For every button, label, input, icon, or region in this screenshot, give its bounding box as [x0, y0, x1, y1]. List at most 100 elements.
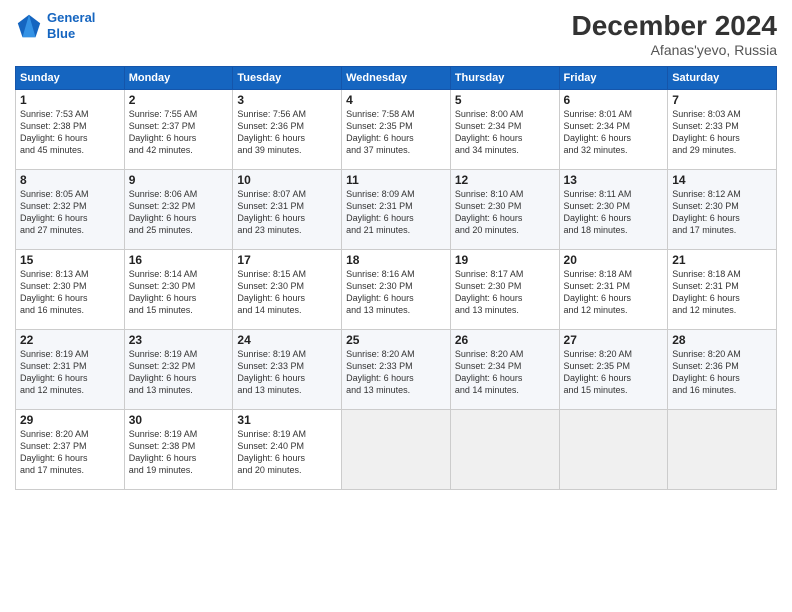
day-detail: Sunrise: 8:07 AM Sunset: 2:31 PM Dayligh… — [237, 188, 337, 237]
day-detail: Sunrise: 8:18 AM Sunset: 2:31 PM Dayligh… — [672, 268, 772, 317]
calendar-week-2: 8Sunrise: 8:05 AM Sunset: 2:32 PM Daylig… — [16, 170, 777, 250]
month-title: December 2024 — [572, 10, 777, 42]
calendar-cell: 9Sunrise: 8:06 AM Sunset: 2:32 PM Daylig… — [124, 170, 233, 250]
calendar-week-3: 15Sunrise: 8:13 AM Sunset: 2:30 PM Dayli… — [16, 250, 777, 330]
day-number: 18 — [346, 253, 446, 267]
day-detail: Sunrise: 8:14 AM Sunset: 2:30 PM Dayligh… — [129, 268, 229, 317]
day-number: 8 — [20, 173, 120, 187]
day-detail: Sunrise: 8:19 AM Sunset: 2:40 PM Dayligh… — [237, 428, 337, 477]
day-detail: Sunrise: 8:20 AM Sunset: 2:36 PM Dayligh… — [672, 348, 772, 397]
day-number: 9 — [129, 173, 229, 187]
page-container: General Blue December 2024 Afanas'yevo, … — [0, 0, 792, 495]
day-number: 30 — [129, 413, 229, 427]
day-detail: Sunrise: 8:13 AM Sunset: 2:30 PM Dayligh… — [20, 268, 120, 317]
header-saturday: Saturday — [668, 67, 777, 90]
logo-icon — [15, 12, 43, 40]
calendar-table: Sunday Monday Tuesday Wednesday Thursday… — [15, 66, 777, 490]
day-detail: Sunrise: 7:55 AM Sunset: 2:37 PM Dayligh… — [129, 108, 229, 157]
calendar-cell: 8Sunrise: 8:05 AM Sunset: 2:32 PM Daylig… — [16, 170, 125, 250]
calendar-week-4: 22Sunrise: 8:19 AM Sunset: 2:31 PM Dayli… — [16, 330, 777, 410]
calendar-cell: 13Sunrise: 8:11 AM Sunset: 2:30 PM Dayli… — [559, 170, 668, 250]
logo-text: General Blue — [47, 10, 95, 41]
day-number: 17 — [237, 253, 337, 267]
day-detail: Sunrise: 8:17 AM Sunset: 2:30 PM Dayligh… — [455, 268, 555, 317]
calendar-cell: 31Sunrise: 8:19 AM Sunset: 2:40 PM Dayli… — [233, 410, 342, 490]
day-detail: Sunrise: 8:00 AM Sunset: 2:34 PM Dayligh… — [455, 108, 555, 157]
calendar-cell: 25Sunrise: 8:20 AM Sunset: 2:33 PM Dayli… — [342, 330, 451, 410]
header: General Blue December 2024 Afanas'yevo, … — [15, 10, 777, 58]
day-number: 10 — [237, 173, 337, 187]
logo: General Blue — [15, 10, 95, 41]
day-detail: Sunrise: 7:53 AM Sunset: 2:38 PM Dayligh… — [20, 108, 120, 157]
day-detail: Sunrise: 8:19 AM Sunset: 2:31 PM Dayligh… — [20, 348, 120, 397]
calendar-cell: 15Sunrise: 8:13 AM Sunset: 2:30 PM Dayli… — [16, 250, 125, 330]
day-number: 4 — [346, 93, 446, 107]
day-detail: Sunrise: 7:58 AM Sunset: 2:35 PM Dayligh… — [346, 108, 446, 157]
calendar-cell: 24Sunrise: 8:19 AM Sunset: 2:33 PM Dayli… — [233, 330, 342, 410]
day-number: 6 — [564, 93, 664, 107]
calendar-cell: 23Sunrise: 8:19 AM Sunset: 2:32 PM Dayli… — [124, 330, 233, 410]
calendar-cell: 16Sunrise: 8:14 AM Sunset: 2:30 PM Dayli… — [124, 250, 233, 330]
day-detail: Sunrise: 8:19 AM Sunset: 2:33 PM Dayligh… — [237, 348, 337, 397]
day-number: 28 — [672, 333, 772, 347]
day-number: 16 — [129, 253, 229, 267]
day-detail: Sunrise: 8:01 AM Sunset: 2:34 PM Dayligh… — [564, 108, 664, 157]
calendar-cell: 21Sunrise: 8:18 AM Sunset: 2:31 PM Dayli… — [668, 250, 777, 330]
calendar-week-5: 29Sunrise: 8:20 AM Sunset: 2:37 PM Dayli… — [16, 410, 777, 490]
day-detail: Sunrise: 8:20 AM Sunset: 2:35 PM Dayligh… — [564, 348, 664, 397]
day-number: 21 — [672, 253, 772, 267]
calendar-body: 1Sunrise: 7:53 AM Sunset: 2:38 PM Daylig… — [16, 90, 777, 490]
calendar-cell: 6Sunrise: 8:01 AM Sunset: 2:34 PM Daylig… — [559, 90, 668, 170]
day-detail: Sunrise: 8:19 AM Sunset: 2:38 PM Dayligh… — [129, 428, 229, 477]
day-number: 22 — [20, 333, 120, 347]
day-detail: Sunrise: 8:19 AM Sunset: 2:32 PM Dayligh… — [129, 348, 229, 397]
day-detail: Sunrise: 8:20 AM Sunset: 2:34 PM Dayligh… — [455, 348, 555, 397]
day-number: 29 — [20, 413, 120, 427]
calendar-cell: 20Sunrise: 8:18 AM Sunset: 2:31 PM Dayli… — [559, 250, 668, 330]
calendar-cell: 27Sunrise: 8:20 AM Sunset: 2:35 PM Dayli… — [559, 330, 668, 410]
day-number: 12 — [455, 173, 555, 187]
day-detail: Sunrise: 8:16 AM Sunset: 2:30 PM Dayligh… — [346, 268, 446, 317]
calendar-cell: 18Sunrise: 8:16 AM Sunset: 2:30 PM Dayli… — [342, 250, 451, 330]
calendar-cell — [450, 410, 559, 490]
header-monday: Monday — [124, 67, 233, 90]
calendar-cell: 14Sunrise: 8:12 AM Sunset: 2:30 PM Dayli… — [668, 170, 777, 250]
header-thursday: Thursday — [450, 67, 559, 90]
day-number: 15 — [20, 253, 120, 267]
day-detail: Sunrise: 8:11 AM Sunset: 2:30 PM Dayligh… — [564, 188, 664, 237]
day-number: 19 — [455, 253, 555, 267]
day-detail: Sunrise: 8:20 AM Sunset: 2:37 PM Dayligh… — [20, 428, 120, 477]
day-number: 7 — [672, 93, 772, 107]
calendar-cell: 12Sunrise: 8:10 AM Sunset: 2:30 PM Dayli… — [450, 170, 559, 250]
header-tuesday: Tuesday — [233, 67, 342, 90]
day-detail: Sunrise: 8:18 AM Sunset: 2:31 PM Dayligh… — [564, 268, 664, 317]
location: Afanas'yevo, Russia — [572, 42, 777, 58]
day-detail: Sunrise: 8:06 AM Sunset: 2:32 PM Dayligh… — [129, 188, 229, 237]
day-number: 24 — [237, 333, 337, 347]
calendar-cell: 28Sunrise: 8:20 AM Sunset: 2:36 PM Dayli… — [668, 330, 777, 410]
day-number: 26 — [455, 333, 555, 347]
day-number: 2 — [129, 93, 229, 107]
day-detail: Sunrise: 8:20 AM Sunset: 2:33 PM Dayligh… — [346, 348, 446, 397]
calendar-cell: 1Sunrise: 7:53 AM Sunset: 2:38 PM Daylig… — [16, 90, 125, 170]
calendar-cell: 10Sunrise: 8:07 AM Sunset: 2:31 PM Dayli… — [233, 170, 342, 250]
calendar-cell: 3Sunrise: 7:56 AM Sunset: 2:36 PM Daylig… — [233, 90, 342, 170]
day-number: 14 — [672, 173, 772, 187]
day-detail: Sunrise: 8:12 AM Sunset: 2:30 PM Dayligh… — [672, 188, 772, 237]
calendar-cell: 11Sunrise: 8:09 AM Sunset: 2:31 PM Dayli… — [342, 170, 451, 250]
calendar-cell: 29Sunrise: 8:20 AM Sunset: 2:37 PM Dayli… — [16, 410, 125, 490]
day-detail: Sunrise: 8:15 AM Sunset: 2:30 PM Dayligh… — [237, 268, 337, 317]
calendar-cell: 19Sunrise: 8:17 AM Sunset: 2:30 PM Dayli… — [450, 250, 559, 330]
day-number: 25 — [346, 333, 446, 347]
calendar-cell — [668, 410, 777, 490]
header-sunday: Sunday — [16, 67, 125, 90]
day-detail: Sunrise: 7:56 AM Sunset: 2:36 PM Dayligh… — [237, 108, 337, 157]
calendar-cell — [559, 410, 668, 490]
day-number: 23 — [129, 333, 229, 347]
day-number: 5 — [455, 93, 555, 107]
calendar-week-1: 1Sunrise: 7:53 AM Sunset: 2:38 PM Daylig… — [16, 90, 777, 170]
title-block: December 2024 Afanas'yevo, Russia — [572, 10, 777, 58]
day-number: 3 — [237, 93, 337, 107]
day-number: 11 — [346, 173, 446, 187]
calendar-cell: 26Sunrise: 8:20 AM Sunset: 2:34 PM Dayli… — [450, 330, 559, 410]
